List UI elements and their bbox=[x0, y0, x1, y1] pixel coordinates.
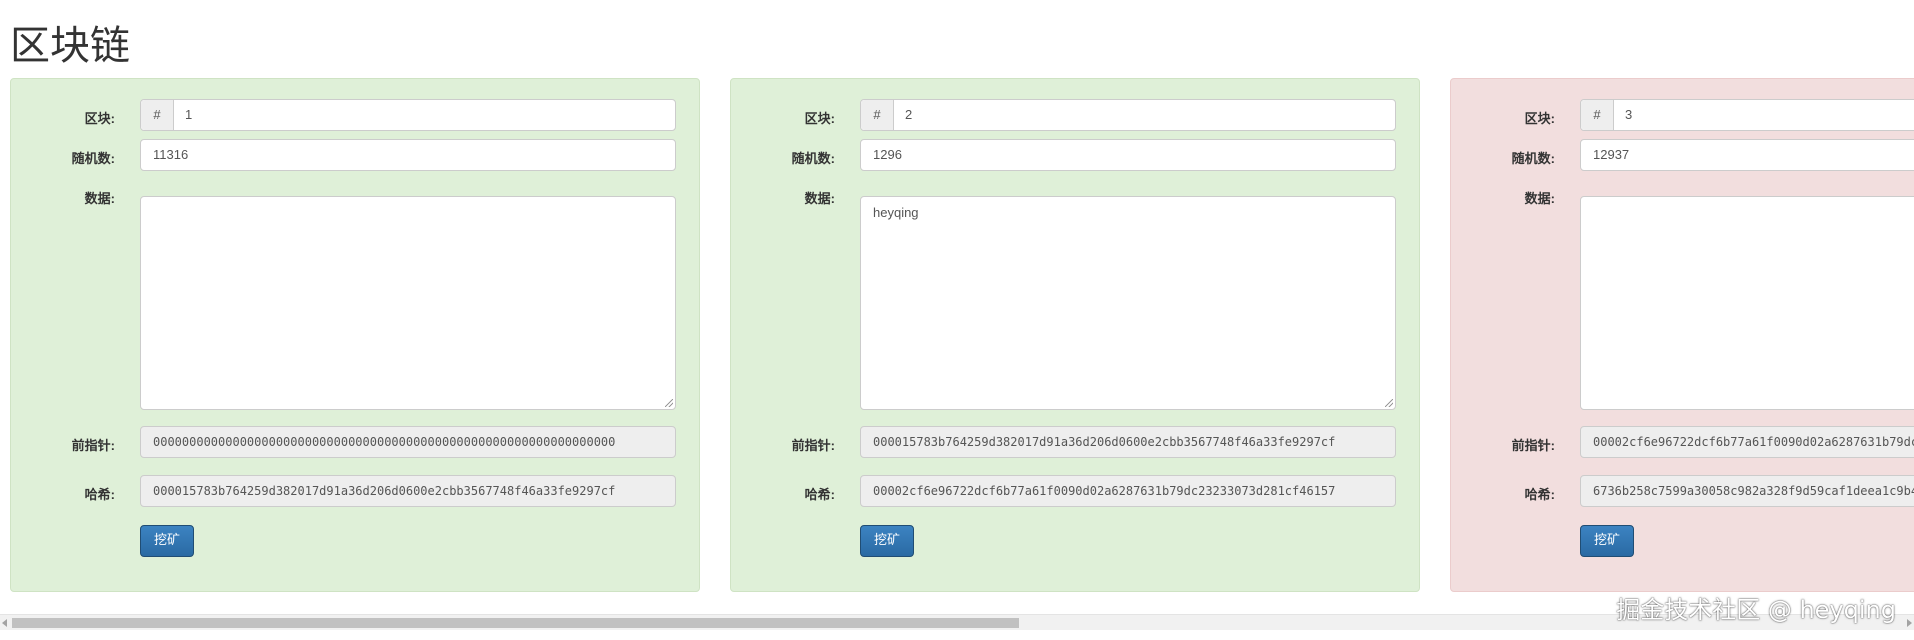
hash-field: 000015783b764259d382017d91a36d206d0600e2… bbox=[140, 475, 676, 507]
block-number-value: 2 bbox=[905, 107, 913, 122]
nonce-label: 随机数: bbox=[1511, 151, 1555, 166]
hash-label: 哈希: bbox=[804, 487, 835, 502]
prev-hash-field: 000015783b764259d382017d91a36d206d0600e2… bbox=[860, 426, 1396, 458]
nonce-label: 随机数: bbox=[791, 151, 835, 166]
scrollbar-thumb[interactable] bbox=[12, 618, 1019, 628]
prev-hash-field: 00002cf6e96722dcf6b77a61f0090d02a6287631… bbox=[1580, 426, 1914, 458]
hash-label: 哈希: bbox=[84, 487, 115, 502]
block-number-addon: # bbox=[1581, 100, 1614, 130]
hash-field: 00002cf6e96722dcf6b77a61f0090d02a6287631… bbox=[860, 475, 1396, 507]
block-number-value: 3 bbox=[1625, 107, 1633, 122]
block-number-addon: # bbox=[141, 100, 174, 130]
block-number-input[interactable]: # 1 bbox=[140, 99, 676, 131]
block-label: 区块: bbox=[84, 111, 115, 126]
nonce-input[interactable]: 12937 bbox=[1580, 139, 1914, 171]
data-textarea[interactable] bbox=[1580, 196, 1914, 410]
data-textarea[interactable] bbox=[140, 196, 676, 410]
nonce-input[interactable]: 1296 bbox=[860, 139, 1396, 171]
hash-field: 6736b258c7599a30058c982a328f9d59caf1deea… bbox=[1580, 475, 1914, 507]
scroll-right-arrow-icon[interactable] bbox=[1907, 619, 1912, 627]
data-text: heyqing bbox=[873, 205, 919, 220]
block-label: 区块: bbox=[804, 111, 835, 126]
block-number-value: 1 bbox=[185, 107, 193, 122]
nonce-label: 随机数: bbox=[71, 151, 115, 166]
nonce-input[interactable]: 11316 bbox=[140, 139, 676, 171]
prev-label: 前指针: bbox=[791, 438, 835, 453]
resize-grip-icon[interactable] bbox=[1385, 399, 1393, 407]
block-card-3: 区块: # 3 随机数: 12937 数据: 前指针: 00002cf6e967… bbox=[1450, 78, 1914, 592]
block-card-2: 区块: # 2 随机数: 1296 数据: heyqing 前指针: 00001… bbox=[730, 78, 1420, 592]
prev-label: 前指针: bbox=[1511, 438, 1555, 453]
data-label: 数据: bbox=[84, 191, 115, 206]
mine-button[interactable]: 挖矿 bbox=[860, 525, 914, 557]
prev-hash-field: 0000000000000000000000000000000000000000… bbox=[140, 426, 676, 458]
mine-button[interactable]: 挖矿 bbox=[140, 525, 194, 557]
hash-label: 哈希: bbox=[1524, 487, 1555, 502]
resize-grip-icon[interactable] bbox=[665, 399, 673, 407]
blockchain-container: 区块: # 1 随机数: 11316 数据: 前指针: 000000000000… bbox=[0, 0, 1914, 620]
data-label: 数据: bbox=[1524, 191, 1555, 206]
block-card-1: 区块: # 1 随机数: 11316 数据: 前指针: 000000000000… bbox=[10, 78, 700, 592]
watermark: 掘金技术社区 @ heyqing bbox=[1616, 596, 1896, 624]
data-textarea[interactable]: heyqing bbox=[860, 196, 1396, 410]
block-number-input[interactable]: # 2 bbox=[860, 99, 1396, 131]
data-label: 数据: bbox=[804, 191, 835, 206]
mine-button[interactable]: 挖矿 bbox=[1580, 525, 1634, 557]
block-number-input[interactable]: # 3 bbox=[1580, 99, 1914, 131]
block-label: 区块: bbox=[1524, 111, 1555, 126]
prev-label: 前指针: bbox=[71, 438, 115, 453]
block-number-addon: # bbox=[861, 100, 894, 130]
scroll-left-arrow-icon[interactable] bbox=[2, 619, 7, 627]
